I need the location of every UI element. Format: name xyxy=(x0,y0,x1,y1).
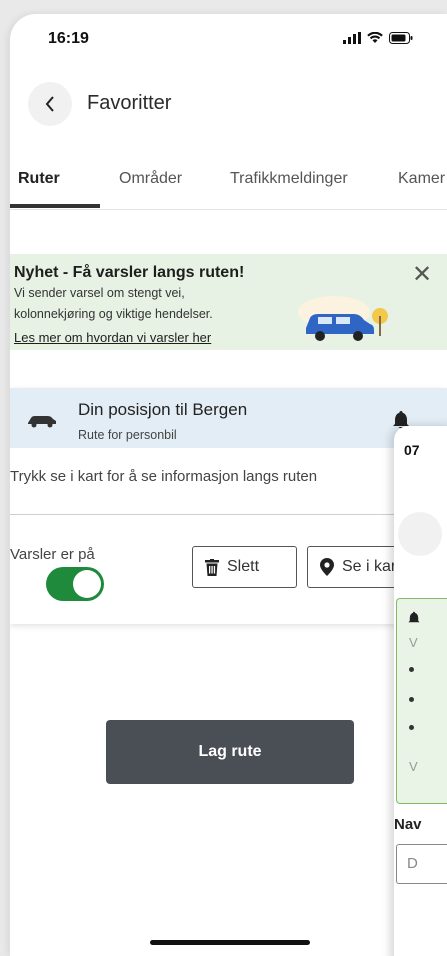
route-card: Din posisjon til Bergen Rute for personb… xyxy=(10,388,447,624)
route-hint: Trykk se i kart for å se informasjon lan… xyxy=(10,468,318,485)
route-card-header[interactable]: Din posisjon til Bergen Rute for personb… xyxy=(10,388,447,448)
overlay-bell-icon xyxy=(408,611,420,623)
delete-button[interactable]: Slett xyxy=(192,546,297,588)
active-tab-indicator xyxy=(10,204,100,208)
route-title: Din posisjon til Bergen xyxy=(78,400,248,419)
status-time: 16:19 xyxy=(48,30,89,47)
overlay-back-button[interactable] xyxy=(398,512,442,556)
phone-screen: 16:19 Favoritter Ruter Områder Trafikkme… xyxy=(10,14,447,956)
banner-text-1: Vi sender varsel om stengt vei, xyxy=(14,286,185,300)
overlay-bullet xyxy=(409,697,414,702)
tab-kamera[interactable]: Kamer xyxy=(398,170,445,188)
map-pin-icon xyxy=(320,558,334,576)
battery-icon xyxy=(389,32,413,44)
tab-omrader[interactable]: Områder xyxy=(119,170,182,188)
back-button[interactable] xyxy=(28,82,72,126)
home-indicator xyxy=(150,940,310,945)
notifications-toggle[interactable] xyxy=(46,567,104,601)
status-bar: 16:19 xyxy=(10,14,447,64)
overlay-input-placeholder: D xyxy=(407,855,418,872)
toggle-knob xyxy=(73,570,101,598)
chevron-left-icon xyxy=(45,96,54,112)
trash-icon xyxy=(205,558,219,576)
tab-ruter[interactable]: Ruter xyxy=(18,170,60,188)
overlay-name-input[interactable]: D xyxy=(396,844,447,884)
delete-label: Slett xyxy=(227,558,260,575)
see-in-map-label: Se i kart xyxy=(342,558,401,575)
close-icon[interactable]: ✕ xyxy=(412,260,432,289)
banner-title: Nyhet - Få varsler langs ruten! xyxy=(14,264,245,281)
create-route-button[interactable]: Lag rute xyxy=(106,720,354,784)
banner-link[interactable]: Les mer om hvordan vi varsler her xyxy=(14,330,211,345)
status-icons xyxy=(343,32,413,44)
overlay-bullet xyxy=(409,725,414,730)
top-nav: Favoritter xyxy=(10,76,447,132)
overlay-text-v-bottom: V xyxy=(409,759,418,774)
overlay-bullet xyxy=(409,667,414,672)
page-title: Favoritter xyxy=(87,92,172,114)
overlay-name-label: Nav xyxy=(394,816,422,833)
tab-trafikkmeldinger[interactable]: Trafikkmeldinger xyxy=(230,170,348,188)
notification-banner: Nyhet - Få varsler langs ruten! Vi sende… xyxy=(10,254,447,350)
overlay-text-v: V xyxy=(409,635,418,650)
divider xyxy=(10,514,447,515)
overlay-info-box: V V xyxy=(396,598,447,804)
secondary-screen-peek: 07 V V Nav D xyxy=(394,426,447,956)
car-icon xyxy=(28,416,56,428)
tab-bar: Ruter Områder Trafikkmeldinger Kamer xyxy=(10,162,447,210)
car-illustration-icon xyxy=(298,296,388,341)
signal-icon xyxy=(343,32,361,44)
notifications-label: Varsler er på xyxy=(10,546,95,563)
wifi-icon xyxy=(367,32,383,43)
banner-text-2: kolonnekjøring og viktige hendelser. xyxy=(14,307,213,321)
overlay-time: 07 xyxy=(404,442,420,458)
route-subtitle: Rute for personbil xyxy=(78,428,177,442)
